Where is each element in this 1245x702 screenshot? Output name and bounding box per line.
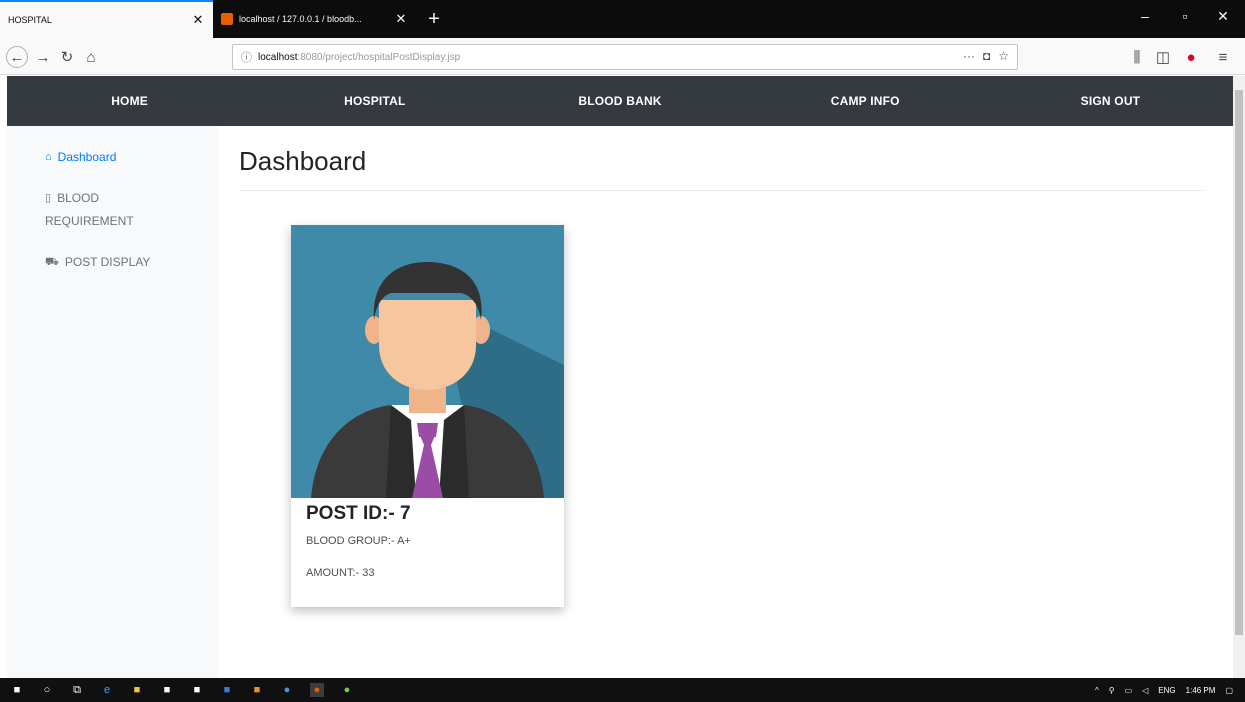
search-icon[interactable]: ○ [40,683,54,697]
browser-toolbar: ← → ↻ ⌂ ⓘ localhost :8080/project/hospit… [0,38,1245,75]
cart-icon: ⛟ [45,256,59,268]
pocket-icon[interactable]: ◘ [983,49,990,63]
tab-phpmyadmin[interactable]: localhost / 127.0.0.1 / bloodb... ✕ [213,0,416,38]
page-title: Dashboard [239,146,367,176]
favicon-icon [221,13,233,25]
home-icon: ⌂ [45,151,52,163]
shield-icon[interactable]: ● [1180,46,1202,68]
store-icon[interactable]: ■ [160,683,174,697]
library-icon[interactable]: ⫼ [1126,46,1148,68]
url-path: :8080/project/hospitalPostDisplay.jsp [297,51,461,63]
windows-start-icon[interactable]: ■ [10,683,24,697]
close-icon[interactable]: ✕ [191,12,205,28]
scrollbar[interactable] [1233,76,1245,678]
more-icon[interactable]: ··· [963,49,975,63]
nav-hospital[interactable]: HOSPITAL [252,76,497,126]
avatar [291,225,564,498]
person-icon [291,225,564,498]
firefox-icon[interactable]: ● [310,683,324,697]
divider [239,190,1204,191]
clock[interactable]: 1:46 PM [1186,686,1216,695]
url-bar[interactable]: ⓘ localhost :8080/project/hospitalPostDi… [232,44,1018,70]
network-icon[interactable]: ⚲ [1109,686,1115,695]
sidebar-item-label: Dashboard [57,150,117,164]
sidebar-item-label-continued: REQUIREMENT [45,214,134,228]
app-icon[interactable]: ● [280,683,294,697]
sidebar-item-label: BLOOD [57,191,100,205]
url-host: localhost [258,51,298,63]
amount: AMOUNT:- 33 [306,567,375,579]
plus-icon[interactable]: + [422,7,446,31]
sidebar-item-label: POST DISPLAY [64,255,151,269]
info-icon[interactable]: ⓘ [241,49,252,65]
nav-sign-out[interactable]: SIGN OUT [988,76,1233,126]
battery-icon[interactable]: ▭ [1125,686,1133,695]
tab-title: localhost / 127.0.0.1 / bloodb... [239,14,362,24]
chevron-up-icon[interactable]: ^ [1095,686,1099,695]
post-id: POST ID:- 7 [306,503,411,524]
sidebar-item-blood-requirement[interactable]: ▯ BLOOD REQUIREMENT [7,187,218,251]
language[interactable]: ENG [1158,686,1175,695]
nav-blood-bank[interactable]: BLOOD BANK [497,76,742,126]
sidebar-item-dashboard[interactable]: ⌂ Dashboard [7,146,218,187]
sidebar-item-post-display[interactable]: ⛟ POST DISPLAY [7,251,218,292]
home-icon[interactable]: ⌂ [80,46,102,68]
reload-icon[interactable]: ↻ [56,46,78,68]
blood-group: BLOOD GROUP:- A+ [306,535,411,547]
close-icon[interactable]: ✕ [394,11,408,27]
system-tray: ^ ⚲ ▭ ◁ ENG 1:46 PM ▢ [1095,678,1233,702]
edge-icon[interactable]: e [100,683,114,697]
tab-hospital[interactable]: HOSPITAL ✕ [0,0,213,38]
app-icon[interactable]: ● [340,683,354,697]
nav-home[interactable]: HOME [7,76,252,126]
main-content: Dashboard POST ID:- 7 BLOOD GROUP:- A+ A… [218,126,1233,678]
task-view-icon[interactable]: ⧉ [70,683,84,697]
maximize-icon[interactable]: ▫ [1170,8,1200,24]
site-navbar: HOME HOSPITAL BLOOD BANK CAMP INFO SIGN … [7,76,1233,126]
browser-tab-strip: HOSPITAL ✕ localhost / 127.0.0.1 / blood… [0,0,1245,38]
app-icon[interactable]: ■ [250,683,264,697]
sidebar: ⌂ Dashboard ▯ BLOOD REQUIREMENT ⛟ POST D… [7,126,218,678]
mail-icon[interactable]: ■ [190,683,204,697]
minimize-icon[interactable]: – [1130,8,1160,24]
scrollbar-thumb[interactable] [1235,90,1243,635]
url-actions: ··· ◘ ☆ [963,49,1009,63]
volume-icon[interactable]: ◁ [1142,686,1148,695]
back-icon[interactable]: ← [6,46,28,68]
card-body: POST ID:- 7 BLOOD GROUP:- A+ AMOUNT:- 33 [306,503,411,599]
folder-icon[interactable]: ■ [130,683,144,697]
notification-icon[interactable]: ▢ [1225,686,1233,695]
star-icon[interactable]: ☆ [998,49,1009,63]
window-close-icon[interactable]: ✕ [1208,8,1238,25]
forward-icon[interactable]: → [32,46,54,68]
tab-title: HOSPITAL [8,15,52,25]
menu-icon[interactable]: ≡ [1212,46,1234,68]
nav-camp-info[interactable]: CAMP INFO [743,76,988,126]
post-card: POST ID:- 7 BLOOD GROUP:- A+ AMOUNT:- 33 [291,225,564,607]
file-icon: ▯ [45,192,52,204]
taskbar: ■ ○ ⧉ e ■ ■ ■ ■ ■ ● ● ● ^ ⚲ ▭ ◁ ENG 1:46… [0,678,1245,702]
app-icon[interactable]: ■ [220,683,234,697]
sidebar-icon[interactable]: ◫ [1152,46,1174,68]
